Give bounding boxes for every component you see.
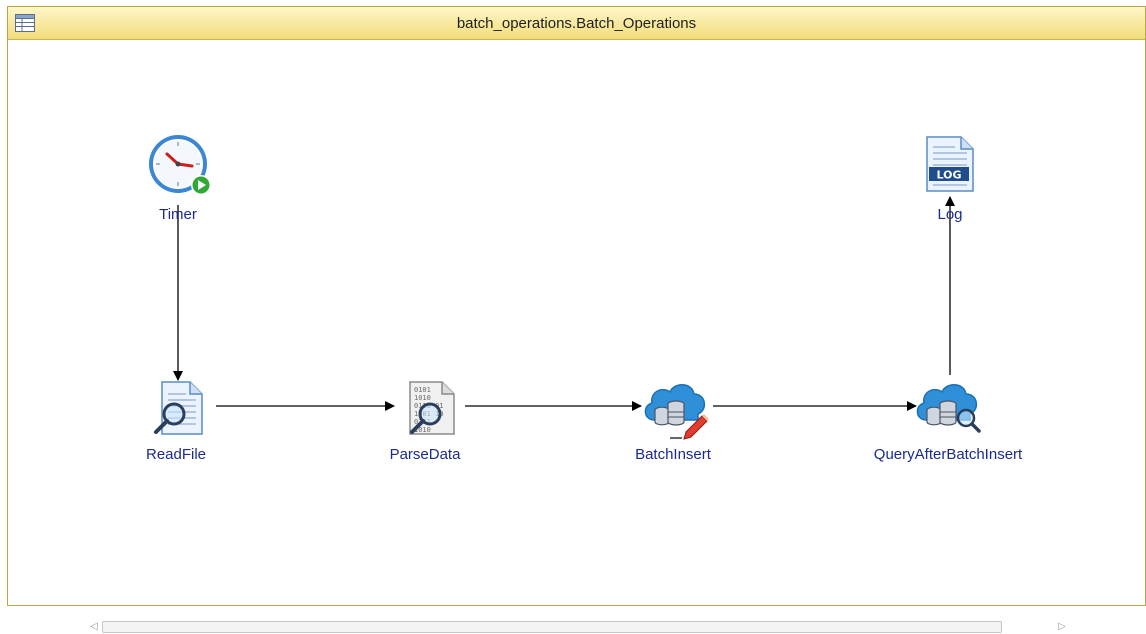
flow-window: batch_operations.Batch_Operations Timer …: [7, 6, 1146, 633]
cloud-database-search-icon[interactable]: [912, 376, 984, 440]
scroll-left-icon[interactable]: ◁: [90, 621, 98, 632]
clock-icon[interactable]: [146, 133, 212, 199]
node-label-parsedata[interactable]: ParseData: [375, 446, 475, 463]
file-search-icon[interactable]: [150, 380, 206, 436]
diagram-canvas[interactable]: Timer ReadFile 0101 1010 0110 1001 0101: [8, 40, 1145, 633]
node-label-timer[interactable]: Timer: [128, 206, 228, 223]
scrollbar-thumb[interactable]: [102, 621, 1002, 633]
horizontal-scrollbar[interactable]: ◁ ▷: [88, 620, 1068, 634]
window-title: batch_operations.Batch_Operations: [456, 15, 697, 32]
binary-search-icon[interactable]: 0101 1010 0110 1001 0101 1010 01 10: [402, 380, 458, 436]
connector-layer: [173, 196, 955, 411]
svg-text:0101: 0101: [414, 386, 431, 394]
node-label-log[interactable]: Log: [900, 206, 1000, 223]
log-icon-text: LOG: [937, 169, 962, 182]
svg-text:1010: 1010: [414, 394, 431, 402]
node-label-batchinsert[interactable]: BatchInsert: [623, 446, 723, 463]
scroll-right-icon[interactable]: ▷: [1058, 621, 1066, 632]
title-bar[interactable]: batch_operations.Batch_Operations: [8, 7, 1145, 40]
node-label-readfile[interactable]: ReadFile: [126, 446, 226, 463]
node-label-query[interactable]: QueryAfterBatchInsert: [848, 446, 1048, 463]
log-file-icon[interactable]: LOG: [923, 135, 977, 193]
cloud-database-edit-icon[interactable]: [640, 376, 712, 440]
